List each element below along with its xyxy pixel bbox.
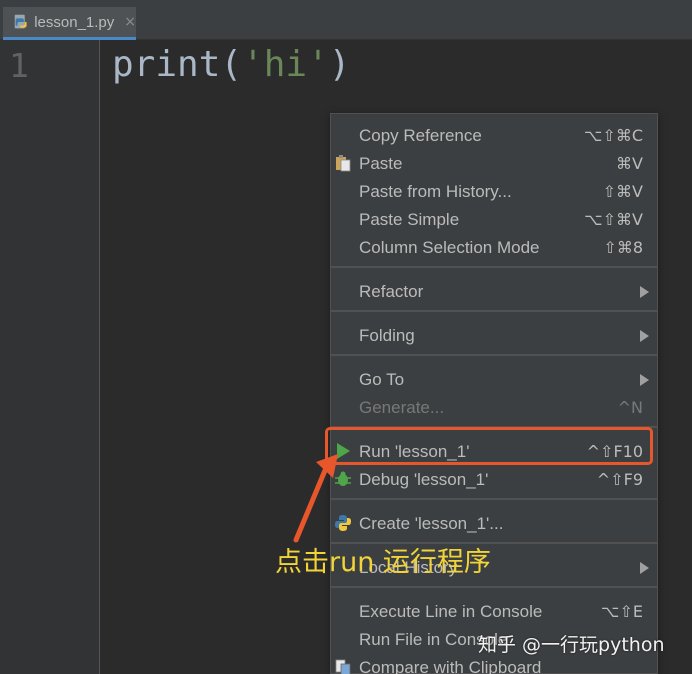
annotation-text: 点击run 运行程序 (275, 547, 491, 578)
ide-window: lesson_1.py × 1 print('hi') Copy Referen… (0, 0, 692, 674)
watermark: 知乎 @一行玩python (478, 634, 665, 656)
